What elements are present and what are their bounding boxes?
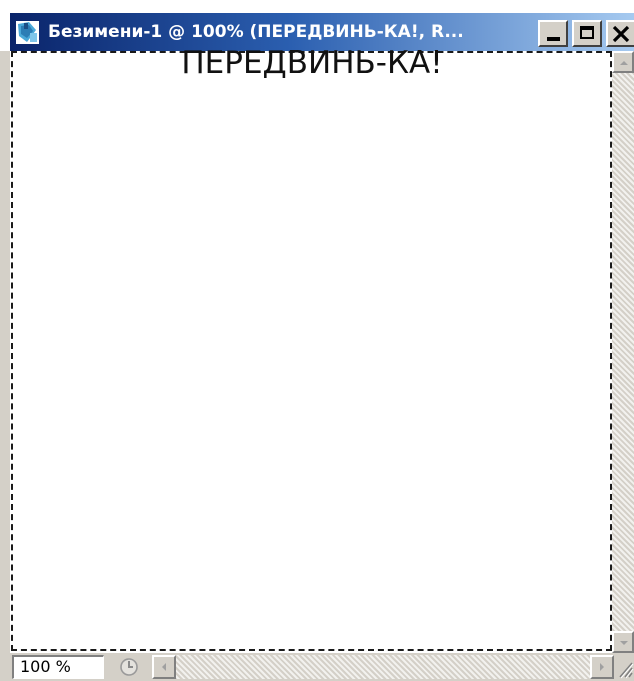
photoshop-document-icon[interactable] [15,20,40,45]
scroll-left-button[interactable] [152,655,176,679]
title-bar[interactable]: Безимени-1 @ 100% (ПЕРЕДВИНЬ-КА!, R... [10,13,634,51]
scroll-right-button[interactable] [590,655,614,679]
scroll-down-button[interactable] [612,631,634,653]
resize-grip-icon[interactable] [616,657,634,679]
maximize-button[interactable] [572,20,602,47]
minimize-button[interactable] [538,20,568,47]
scroll-right-arrow-icon [600,663,604,671]
vertical-scrollbar[interactable] [612,51,634,653]
minimize-icon [547,37,560,41]
maximize-icon [580,26,594,39]
selection-marquee[interactable] [11,51,612,651]
scroll-left-arrow-icon [162,663,166,671]
scroll-up-button[interactable] [612,51,634,73]
scroll-down-arrow-icon [620,641,628,645]
close-button[interactable] [606,20,634,47]
zoom-level-field[interactable]: 100 % [12,655,104,679]
document-window: Безимени-1 @ 100% (ПЕРЕДВИНЬ-КА!, R... П… [0,0,634,681]
status-bar: 100 % [10,653,634,681]
window-title: Безимени-1 @ 100% (ПЕРЕДВИНЬ-КА!, R... [48,22,464,42]
horizontal-scrollbar[interactable] [152,655,614,679]
window-frame-left [0,51,10,681]
scroll-up-arrow-icon [620,61,628,65]
status-info-icon[interactable] [117,656,141,678]
close-icon [612,25,630,43]
